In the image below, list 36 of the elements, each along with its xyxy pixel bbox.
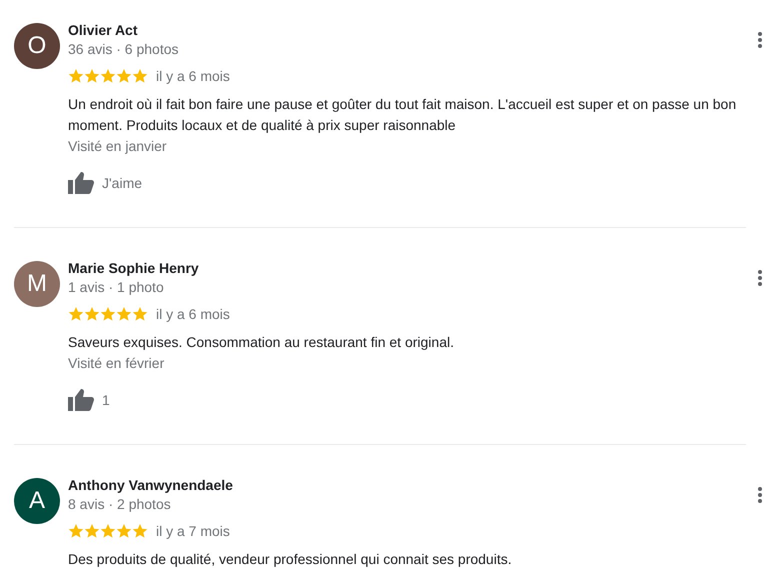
star-icon <box>116 523 132 539</box>
review-text: Saveurs exquises. Consommation au restaurant fin et original. <box>68 333 455 352</box>
avatar: O <box>14 23 60 69</box>
star-icon <box>84 68 100 84</box>
reviewer-stats: 1 avis · 1 photo <box>68 278 164 297</box>
review-text: Des produits de qualité, vendeur professionnel qui connait ses produits. <box>68 550 513 569</box>
avatar: M <box>14 261 60 307</box>
star-icon <box>132 523 148 539</box>
like-button[interactable]: J'aime <box>68 171 142 195</box>
star-icon <box>84 306 100 322</box>
reviewer-name[interactable]: Anthony Vanwynendaele <box>68 476 233 494</box>
star-icon <box>68 523 84 539</box>
reviewer-name[interactable]: Olivier Act <box>68 21 138 39</box>
star-icon <box>132 306 148 322</box>
star-icon <box>116 306 132 322</box>
like-button[interactable]: 1 <box>68 388 110 412</box>
reviewer-stats: 8 avis · 2 photos <box>68 495 171 514</box>
visit-date: Visité en février <box>68 354 164 373</box>
visit-date: Visité en janvier <box>68 137 167 156</box>
star-icon <box>100 523 116 539</box>
avatar: A <box>14 478 60 524</box>
star-icon <box>116 68 132 84</box>
reviewer-name[interactable]: Marie Sophie Henry <box>68 259 199 277</box>
star-icon <box>100 306 116 322</box>
star-icon <box>68 306 84 322</box>
thumbs-up-icon <box>68 389 94 411</box>
star-icon <box>100 68 116 84</box>
review-date: il y a 6 mois <box>156 304 230 324</box>
review-text: Un endroit où il fait bon faire une pause et goûter du tout fait maison. L'accueil est super et on passe un bon moment. Produits locaux et de qualité à prix super raisonnable <box>68 95 738 135</box>
thumbs-up-icon <box>68 172 94 194</box>
reviewer-stats: 36 avis · 6 photos <box>68 40 179 59</box>
review-date: il y a 6 mois <box>156 66 230 86</box>
review-date: il y a 7 mois <box>156 522 230 541</box>
star-icon <box>84 523 100 539</box>
star-icon <box>68 68 84 84</box>
star-icon <box>132 68 148 84</box>
